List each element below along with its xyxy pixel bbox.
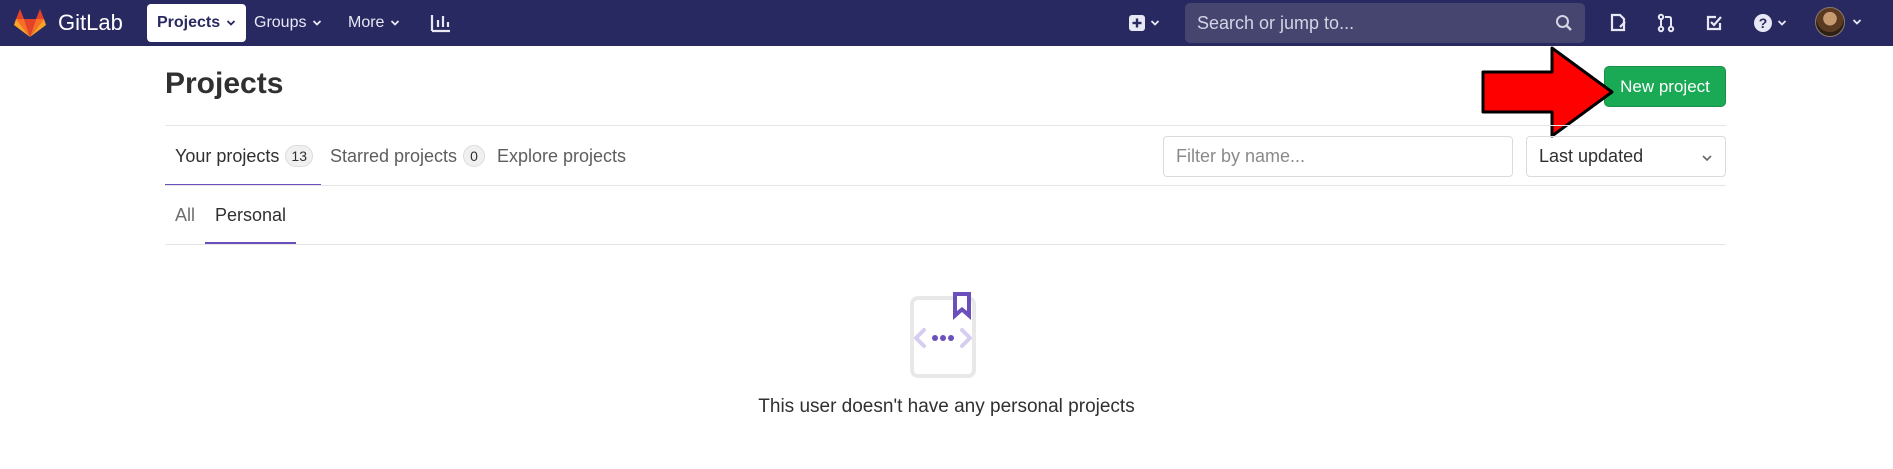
tab-your-projects[interactable]: Your projects 13 [165,126,321,186]
filter-by-name-input[interactable] [1163,136,1513,177]
gitlab-logo-icon [14,9,46,37]
brand-name: GitLab [58,10,123,35]
count-badge: 13 [285,145,313,167]
subtab-label: All [175,204,196,225]
chevron-down-icon[interactable] [1852,17,1862,27]
chevron-down-icon [227,20,236,26]
help-dropdown[interactable]: ? [1750,8,1790,38]
brand[interactable]: GitLab [14,6,123,40]
chevron-down-icon [1702,155,1712,162]
issues-icon[interactable] [1606,8,1630,38]
nav-projects-label: Projects [157,14,221,31]
empty-projects-icon [910,292,976,378]
nav-more-label: More [348,14,385,31]
nav-groups-label: Groups [254,14,307,31]
sort-value: Last updated [1539,146,1644,166]
tab-explore-projects[interactable]: Explore projects [497,126,626,186]
nav-groups-dropdown[interactable]: Groups [244,4,332,42]
new-item-dropdown[interactable] [1124,8,1164,38]
global-search[interactable] [1185,3,1585,43]
plus-square-icon [1129,15,1145,31]
subtab-personal[interactable]: Personal [205,186,297,244]
chevron-down-icon [313,20,322,26]
search-icon [1556,15,1572,31]
chevron-down-icon [1777,20,1787,26]
todos-icon[interactable] [1702,8,1726,38]
nav-more-dropdown[interactable]: More [338,4,410,42]
tabs-divider [165,185,1726,186]
empty-state-message: This user doesn't have any personal proj… [758,396,1135,417]
svg-text:?: ? [1759,15,1768,31]
count-badge: 0 [463,145,486,167]
help-icon: ? [1754,14,1772,32]
new-project-button[interactable]: New project [1604,66,1726,107]
tab-label: Your projects [175,145,280,166]
nav-projects-dropdown[interactable]: Projects [147,4,247,42]
search-input[interactable] [1197,12,1537,34]
chevron-down-icon [391,20,400,26]
top-navbar: GitLab Projects Groups More ? [0,0,1893,46]
chevron-down-icon [1150,20,1160,26]
merge-requests-icon[interactable] [1654,8,1678,38]
tab-label: Starred projects [330,145,458,166]
user-avatar[interactable] [1815,7,1845,37]
page-title: Projects [165,67,284,100]
subtab-all[interactable]: All [175,186,195,244]
subtab-label: Personal [215,204,287,225]
sort-dropdown[interactable]: Last updated [1526,136,1726,177]
activity-chart-icon[interactable] [428,8,454,38]
subtabs-divider [165,244,1726,245]
tab-label: Explore projects [497,145,627,166]
tab-starred-projects[interactable]: Starred projects 0 [330,126,486,186]
